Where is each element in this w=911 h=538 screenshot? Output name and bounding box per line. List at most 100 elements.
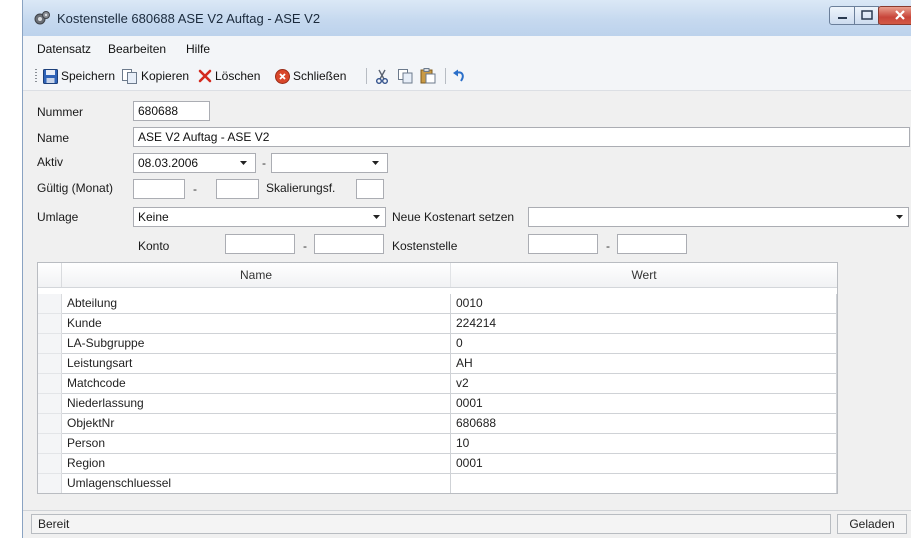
cell-name[interactable]: LA-Subgruppe [62, 334, 451, 354]
window-title: Kostenstelle 680688 ASE V2 Auftag - ASE … [57, 11, 321, 26]
row-header[interactable] [38, 394, 62, 414]
cell-name[interactable]: Kunde [62, 314, 451, 334]
cell-name[interactable]: Matchcode [62, 374, 451, 394]
skalierung-label: Skalierungsf. [266, 181, 336, 195]
copy-button[interactable]: Kopieren [122, 67, 189, 85]
cell-wert[interactable]: 0001 [451, 394, 837, 414]
copy-label: Kopieren [141, 69, 190, 83]
kostenstelle-to-field[interactable] [617, 234, 687, 254]
paste-button[interactable] [420, 67, 436, 85]
row-header[interactable] [38, 474, 62, 493]
table-row[interactable]: LA-Subgruppe 0 [38, 334, 837, 354]
chevron-down-icon[interactable] [237, 156, 250, 170]
menu-bar: Datensatz Bearbeiten Hilfe [23, 36, 911, 63]
menu-hilfe[interactable]: Hilfe [186, 42, 210, 56]
column-header-wert[interactable]: Wert [451, 263, 837, 287]
title-bar[interactable]: Kostenstelle 680688 ASE V2 Auftag - ASE … [23, 0, 911, 37]
delete-button[interactable]: Löschen [198, 67, 260, 85]
kostenstelle-from-field[interactable] [528, 234, 598, 254]
close-button[interactable]: Schließen [275, 67, 346, 85]
kostenart-label: Neue Kostenart setzen [392, 210, 515, 224]
umlage-select[interactable]: Keine [133, 207, 386, 227]
konto-from-field[interactable] [225, 234, 295, 254]
column-header-name[interactable]: Name [62, 263, 451, 287]
cell-wert[interactable]: 0010 [451, 294, 837, 314]
cell-name[interactable]: Umlagenschluessel [62, 474, 451, 493]
save-label: Speichern [61, 69, 116, 83]
floppy-disk-icon [43, 68, 58, 84]
skalierung-field[interactable] [356, 179, 384, 199]
umlage-value: Keine [138, 210, 169, 224]
maximize-icon [861, 10, 873, 20]
cell-name[interactable]: ObjektNr [62, 414, 451, 434]
cell-wert[interactable]: 0 [451, 334, 837, 354]
table-row[interactable]: Kunde 224214 [38, 314, 837, 334]
properties-grid[interactable]: Name Wert Abteilung 0010 Kunde 224214 LA-Sub… [37, 262, 838, 494]
save-button[interactable]: Speichern [43, 67, 115, 85]
konto-dash: - [303, 239, 307, 253]
cell-name[interactable]: Leistungsart [62, 354, 451, 374]
table-row[interactable]: ObjektNr 680688 [38, 414, 837, 434]
cell-wert[interactable]: AH [451, 354, 837, 374]
cell-wert[interactable]: 680688 [451, 414, 837, 434]
cell-name[interactable]: Person [62, 434, 451, 454]
table-row[interactable]: Leistungsart AH [38, 354, 837, 374]
cell-name[interactable]: Region [62, 454, 451, 474]
status-loaded: Geladen [837, 514, 907, 534]
table-row[interactable]: Umlagenschluessel [38, 474, 837, 493]
undo-button[interactable] [452, 67, 467, 85]
maximize-button[interactable] [854, 6, 879, 25]
copy-small-button[interactable] [398, 67, 413, 85]
minimize-button[interactable] [829, 6, 855, 25]
row-header[interactable] [38, 434, 62, 454]
toolbar: Speichern Kopieren Löschen Schließen [23, 62, 911, 91]
table-row[interactable]: Person 10 [38, 434, 837, 454]
row-header[interactable] [38, 414, 62, 434]
close-window-button[interactable] [878, 6, 911, 25]
cell-wert[interactable] [451, 474, 837, 493]
table-row[interactable]: Abteilung 0010 [38, 294, 837, 314]
table-row[interactable]: Matchcode v2 [38, 374, 837, 394]
gueltig-to-field[interactable] [216, 179, 259, 199]
gueltig-dash: - [193, 182, 197, 196]
menu-datensatz[interactable]: Datensatz [37, 42, 91, 56]
row-header[interactable] [38, 334, 62, 354]
cell-wert[interactable]: v2 [451, 374, 837, 394]
umlage-label: Umlage [37, 210, 79, 224]
row-header[interactable] [38, 354, 62, 374]
row-header[interactable] [38, 454, 62, 474]
cell-wert[interactable]: 0001 [451, 454, 837, 474]
chevron-down-icon[interactable] [370, 210, 383, 224]
aktiv-from-date[interactable]: 08.03.2006 [133, 153, 256, 173]
kostenart-select[interactable] [528, 207, 909, 227]
gears-icon [34, 11, 50, 25]
aktiv-from-value: 08.03.2006 [138, 156, 199, 170]
name-label: Name [37, 131, 70, 145]
toolbar-separator [366, 68, 367, 84]
row-header[interactable] [38, 294, 62, 314]
toolbar-separator [445, 68, 446, 84]
gueltig-from-field[interactable] [133, 179, 185, 199]
aktiv-to-date[interactable] [271, 153, 388, 173]
cell-name[interactable]: Abteilung [62, 294, 451, 314]
name-field[interactable]: ASE V2 Auftag - ASE V2 [133, 127, 910, 147]
menu-bearbeiten[interactable]: Bearbeiten [108, 42, 166, 56]
row-header[interactable] [38, 314, 62, 334]
chevron-down-icon[interactable] [893, 210, 906, 224]
chevron-down-icon[interactable] [369, 156, 382, 170]
cell-wert[interactable]: 10 [451, 434, 837, 454]
cell-wert[interactable]: 224214 [451, 314, 837, 334]
grid-corner[interactable] [38, 263, 62, 287]
table-row[interactable]: Region 0001 [38, 454, 837, 474]
red-circle-x-icon [275, 68, 290, 84]
konto-to-field[interactable] [314, 234, 384, 254]
cell-name[interactable]: Niederlassung [62, 394, 451, 414]
row-header[interactable] [38, 374, 62, 394]
kostenstelle-label: Kostenstelle [392, 239, 458, 253]
table-row[interactable]: Niederlassung 0001 [38, 394, 837, 414]
red-x-icon [198, 69, 212, 83]
window: Kostenstelle 680688 ASE V2 Auftag - ASE … [22, 0, 911, 538]
cut-button[interactable] [375, 67, 389, 85]
toolbar-grip[interactable] [35, 69, 37, 83]
nummer-field[interactable]: 680688 [133, 101, 210, 121]
